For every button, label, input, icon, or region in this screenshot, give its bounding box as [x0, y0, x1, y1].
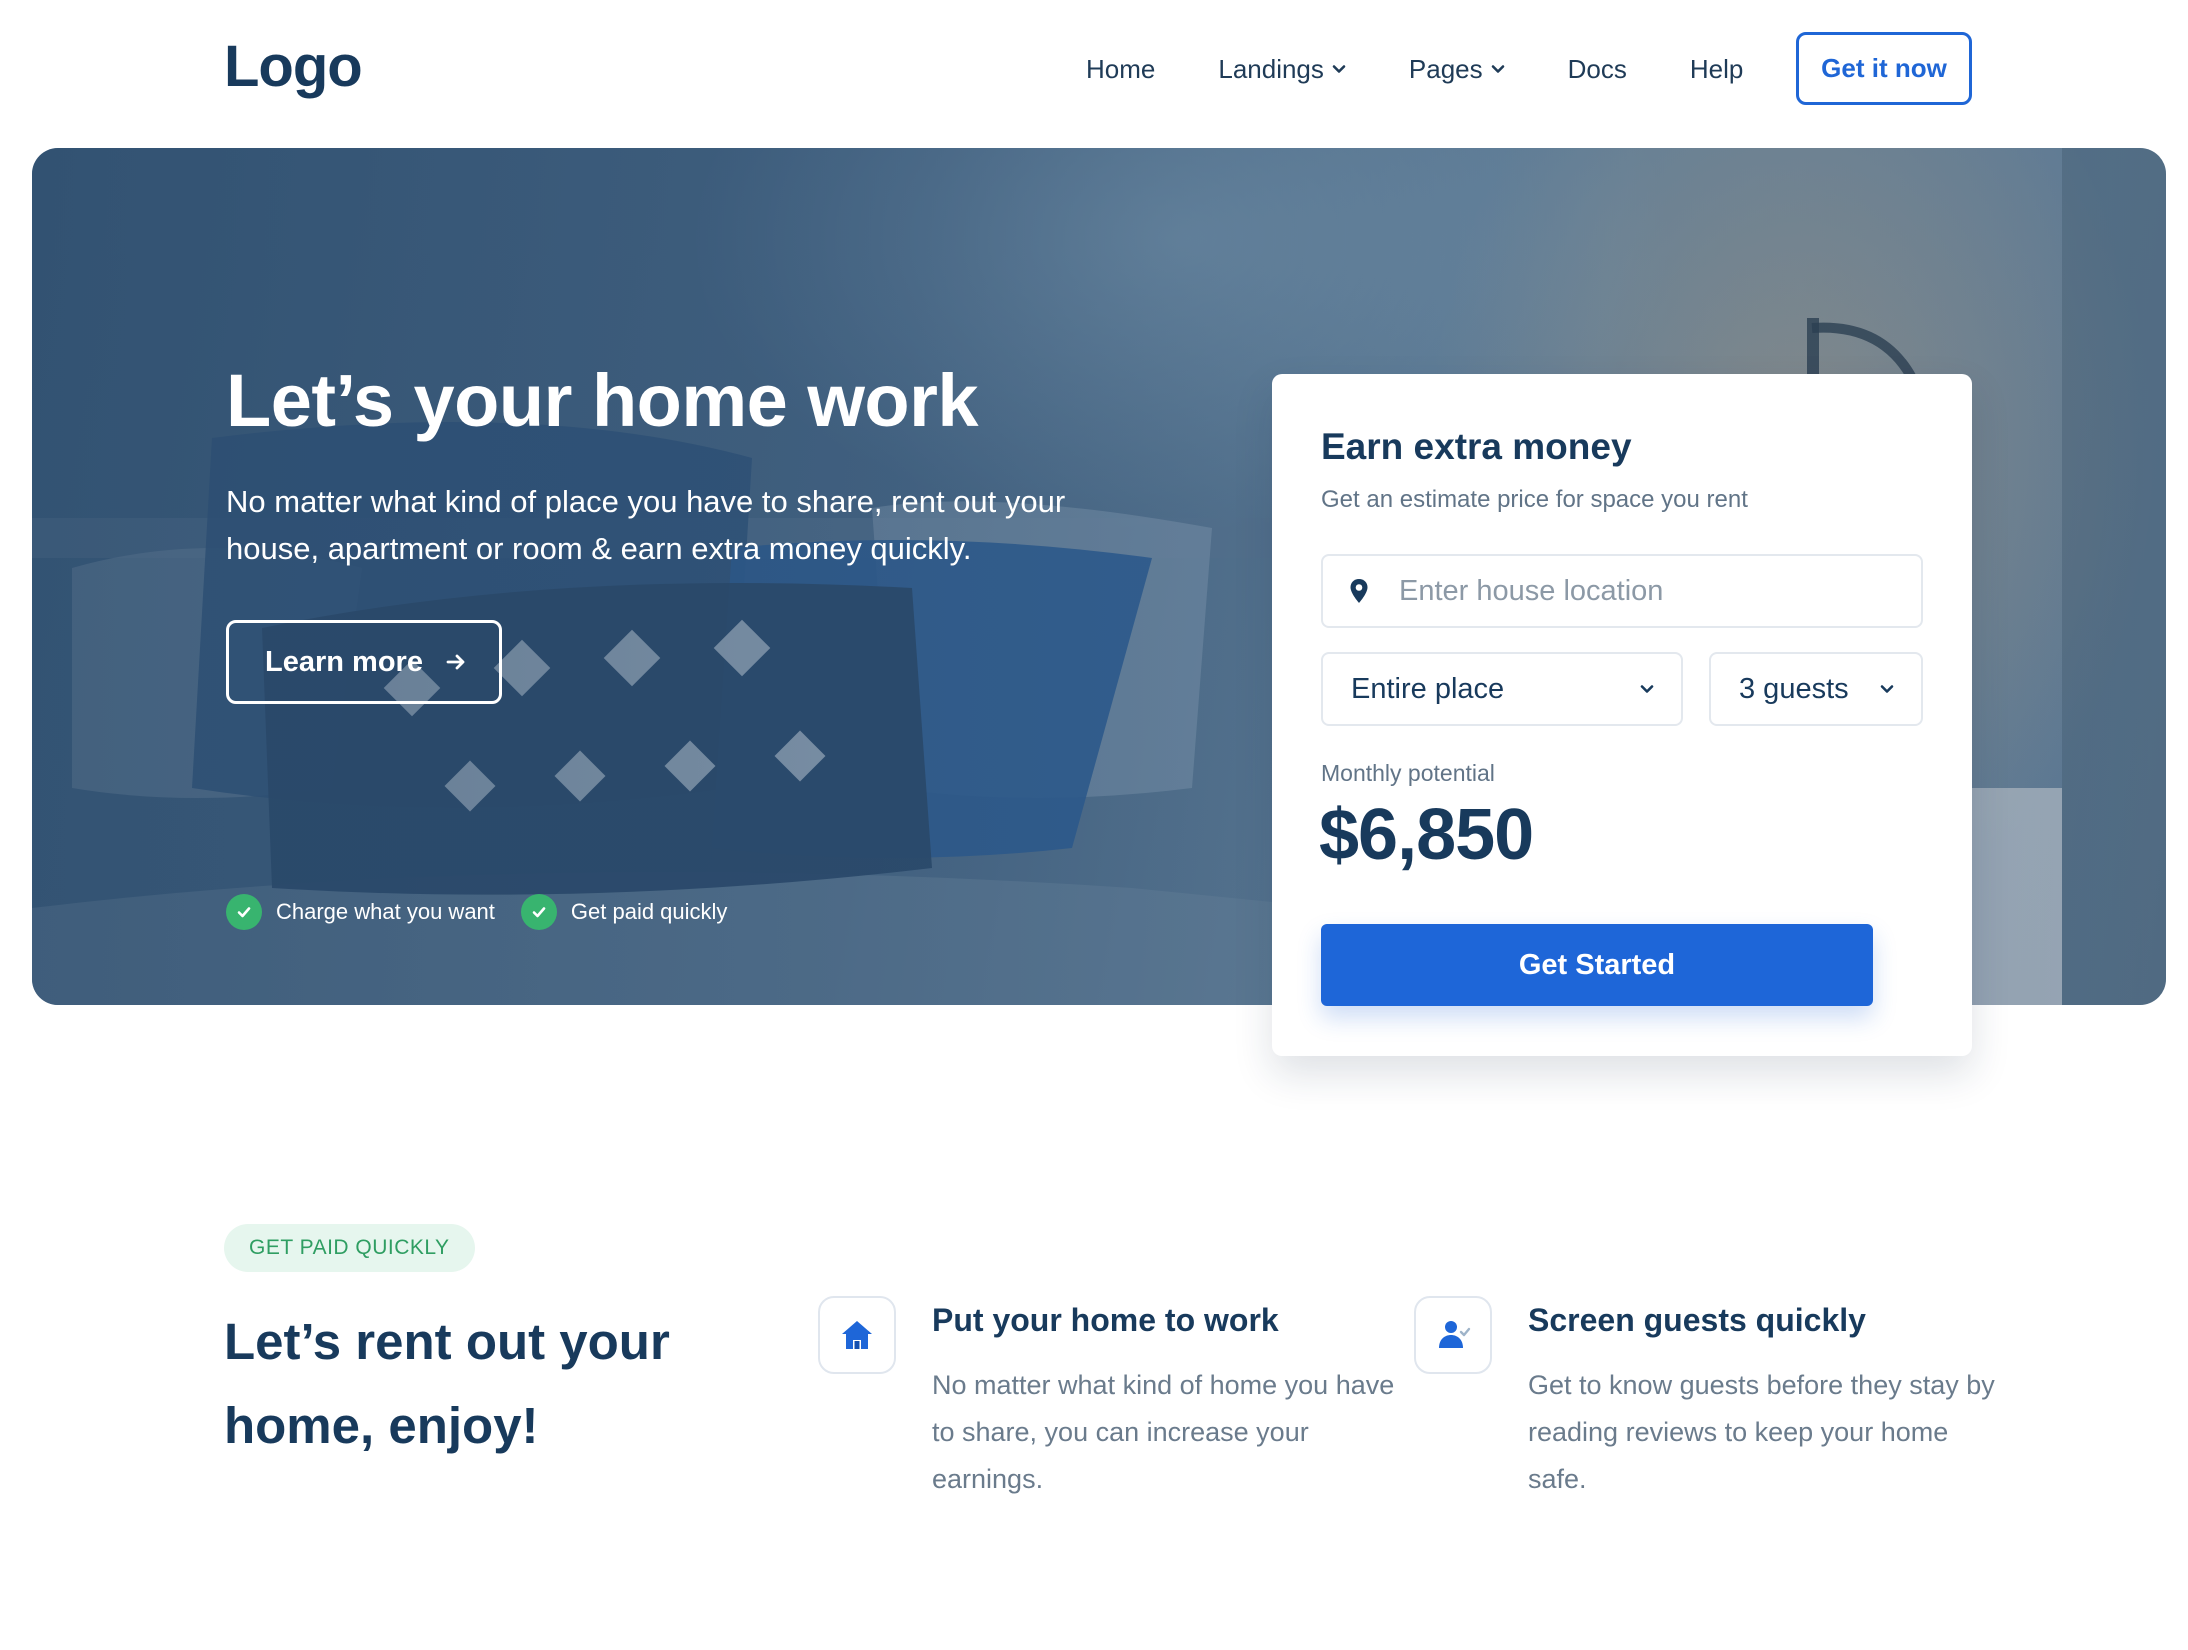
guests-value: 3 guests [1739, 672, 1849, 705]
nav-item-home[interactable]: Home [1086, 54, 1155, 85]
feature-heading: Put your home to work [932, 1302, 1279, 1338]
chevron-down-icon [1332, 65, 1346, 73]
location-input[interactable] [1399, 574, 1919, 608]
get-it-now-button[interactable]: Get it now [1796, 32, 1972, 105]
nav-item-landings[interactable]: Landings [1218, 54, 1346, 85]
feature-text: Get to know guests before they stay by r… [1528, 1370, 1995, 1494]
place-type-value: Entire place [1351, 672, 1505, 705]
feature-icon-box [818, 1296, 896, 1374]
feature-heading: Screen guests quickly [1528, 1302, 1866, 1338]
hero-title: Let’s your home work [226, 359, 979, 442]
learn-more-button[interactable]: Learn more [226, 620, 502, 704]
place-type-select[interactable]: Entire place [1321, 652, 1683, 726]
hero-checklist: Charge what you want Get paid quickly [226, 894, 753, 930]
home-icon [842, 1321, 872, 1349]
main-nav: Home Landings Pages Docs Help [1086, 44, 1806, 94]
get-started-button[interactable]: Get Started [1321, 924, 1873, 1006]
check-item: Charge what you want [226, 894, 495, 930]
check-item: Get paid quickly [520, 894, 728, 930]
feature-icon-box [1414, 1296, 1492, 1374]
nav-item-label: Pages [1408, 53, 1483, 84]
monthly-potential-amount: $6,850 [1319, 795, 1534, 875]
check-icon [226, 894, 262, 930]
section-badge: GET PAID QUICKLY [224, 1224, 475, 1272]
landing-page: Logo Home Landings Pages Docs Help Get i… [0, 0, 2188, 1650]
check-label: Get paid quickly [570, 899, 728, 924]
features-title: Let’s rent out your home, enjoy! [224, 1313, 670, 1454]
nav-item-label: Help [1689, 53, 1744, 84]
chevron-down-icon [1880, 685, 1894, 693]
nav-item-label: Docs [1567, 53, 1627, 84]
chevron-down-icon [1640, 685, 1654, 693]
check-icon [520, 894, 557, 930]
learn-more-label: Learn more [265, 645, 423, 678]
arrow-right-icon [446, 654, 465, 670]
chevron-down-icon [1491, 65, 1504, 73]
nav-item-label: Home [1086, 53, 1156, 84]
feature-text: No matter what kind of home you have to … [932, 1370, 1395, 1494]
hero-subtitle: No matter what kind of place you have to… [226, 484, 1066, 566]
nav-item-docs[interactable]: Docs [1568, 54, 1627, 85]
user-check-icon [1439, 1321, 1471, 1348]
location-field[interactable] [1321, 554, 1923, 628]
nav-item-label: Landings [1218, 53, 1324, 84]
logo[interactable]: Logo [224, 32, 363, 102]
map-pin-icon [1350, 579, 1368, 603]
estimate-card: Earn extra money Get an estimate price f… [1272, 374, 1972, 1056]
guests-select[interactable]: 3 guests [1709, 652, 1923, 726]
nav-item-pages[interactable]: Pages [1409, 54, 1505, 85]
check-label: Charge what you want [276, 899, 495, 924]
nav-item-help[interactable]: Help [1690, 54, 1743, 85]
monthly-potential-label: Monthly potential [1321, 760, 1495, 786]
card-title: Earn extra money [1321, 426, 1632, 467]
card-subtitle: Get an estimate price for space you rent [1321, 486, 1748, 513]
